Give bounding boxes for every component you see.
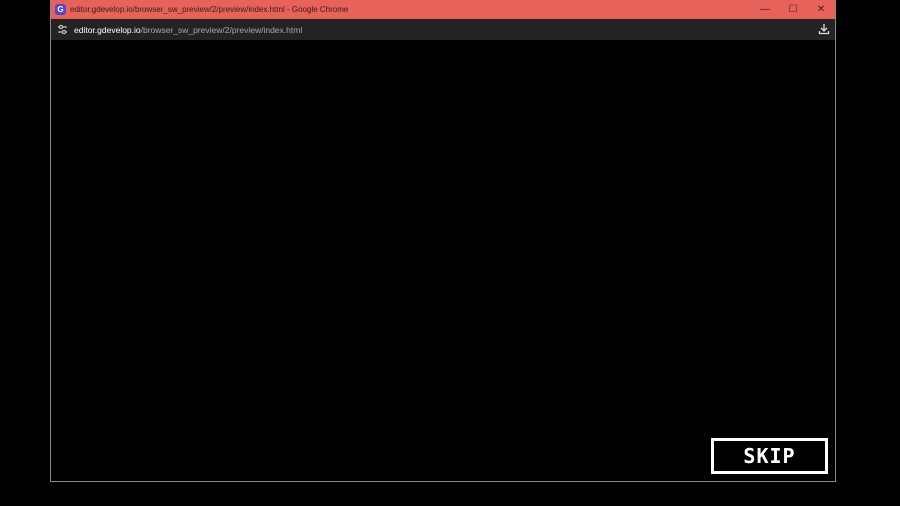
gdevelop-app-icon: G: [55, 4, 66, 15]
window-title: editor.gdevelop.io/browser_sw_preview/2/…: [70, 5, 349, 14]
tune-icon[interactable]: [55, 23, 69, 37]
browser-window: G editor.gdevelop.io/browser_sw_preview/…: [50, 0, 836, 482]
game-canvas[interactable]: SKIP: [51, 40, 835, 481]
download-icon[interactable]: [817, 22, 831, 36]
url-host: editor.gdevelop.io: [74, 24, 141, 35]
url-field[interactable]: editor.gdevelop.io/browser_sw_preview/2/…: [74, 25, 302, 35]
url-path: /browser_sw_preview/2/preview/index.html: [140, 24, 303, 35]
address-toolbar: editor.gdevelop.io/browser_sw_preview/2/…: [51, 19, 835, 40]
skip-label: SKIP: [743, 444, 796, 468]
maximize-button[interactable]: ☐: [779, 0, 807, 19]
skip-button[interactable]: SKIP: [711, 438, 828, 474]
close-button[interactable]: ✕: [807, 0, 835, 19]
window-controls: — ☐ ✕: [751, 0, 835, 19]
title-bar[interactable]: G editor.gdevelop.io/browser_sw_preview/…: [51, 0, 835, 19]
minimize-button[interactable]: —: [751, 0, 779, 19]
